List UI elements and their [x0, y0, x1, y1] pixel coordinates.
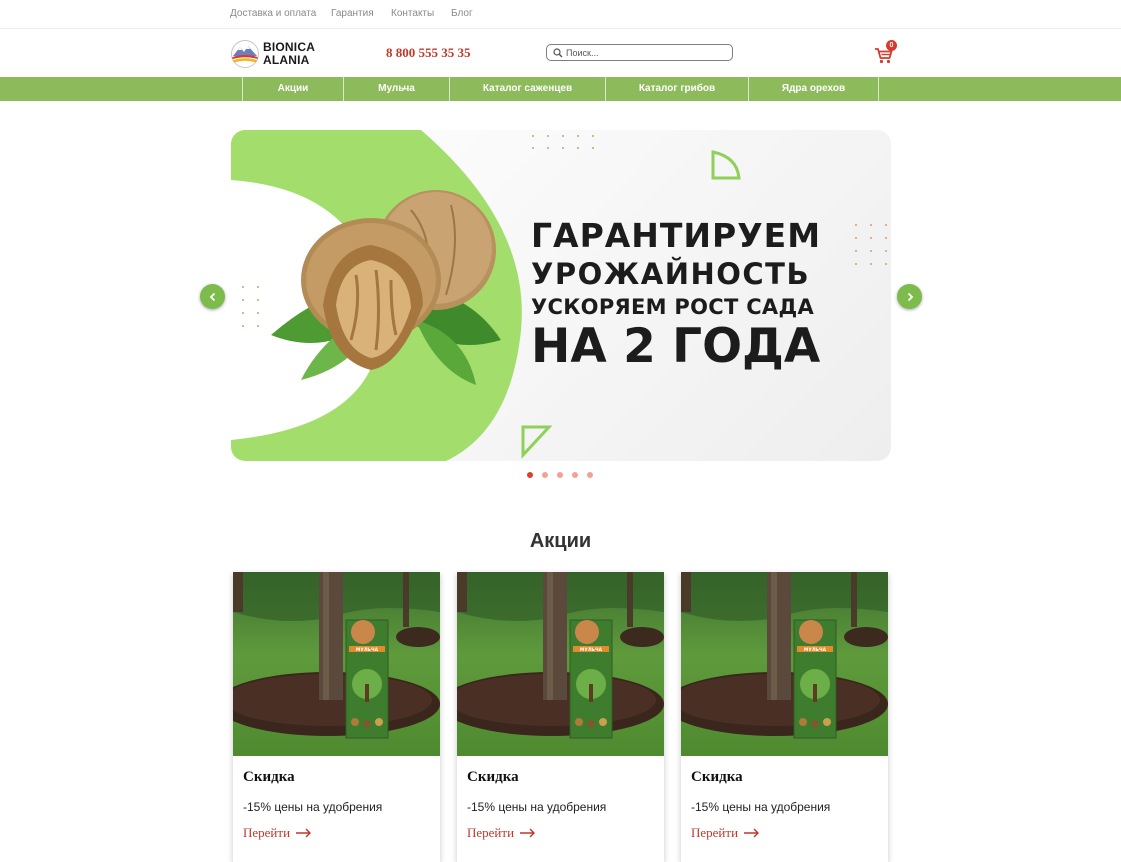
nav-item-seedlings[interactable]: Каталог саженцев — [449, 77, 605, 101]
slider-dot[interactable] — [557, 472, 563, 478]
nav-item-mushrooms[interactable]: Каталог грибов — [605, 77, 748, 101]
slider-dot[interactable] — [572, 472, 578, 478]
header: BIONICA ALANIA 8 800 555 35 35 0 — [0, 29, 1121, 77]
search-input[interactable] — [566, 45, 726, 60]
banner-prev-button[interactable] — [200, 284, 225, 309]
top-link-guarantee[interactable]: Гарантия — [331, 8, 374, 19]
promo-card-link-label: Перейти — [467, 825, 515, 840]
chevron-right-icon — [907, 292, 913, 301]
mulch-product-photo: МУЛЬЧА — [457, 572, 664, 756]
logo-line-2: ALANIA — [263, 53, 310, 67]
chevron-left-icon — [209, 292, 215, 301]
promo-card-title: Скидка — [243, 769, 295, 785]
mulch-product-photo: МУЛЬЧА — [681, 572, 888, 756]
slider-dots — [527, 472, 602, 480]
promo-card-description: -15% цены на удобрения — [691, 800, 831, 814]
nav-item-promotions[interactable]: Акции — [242, 77, 343, 101]
promo-card-image: МУЛЬЧА — [233, 572, 440, 756]
top-link-blog[interactable]: Блог — [451, 8, 473, 19]
logo-text: BIONICA ALANIA — [263, 41, 315, 67]
main-nav: Акции Мульча Каталог саженцев Каталог гр… — [0, 77, 1121, 101]
logo[interactable]: BIONICA ALANIA — [230, 39, 330, 69]
slider-dot[interactable] — [587, 472, 593, 478]
promo-card-image: МУЛЬЧА — [681, 572, 888, 756]
promo-card-link-label: Перейти — [243, 825, 291, 840]
banner-headline-3: УСКОРЯЕМ РОСТ САДА — [531, 295, 815, 319]
promo-card-description: -15% цены на удобрения — [243, 800, 383, 814]
promo-card[interactable]: МУЛЬЧА Скидка -15% цены на удобрения Пер… — [457, 572, 664, 862]
svg-text:МУЛЬЧА: МУЛЬЧА — [804, 647, 827, 653]
svg-text:МУЛЬЧА: МУЛЬЧА — [356, 647, 379, 653]
promo-card-image: МУЛЬЧА — [457, 572, 664, 756]
promo-card-link-label: Перейти — [691, 825, 739, 840]
arrow-right-icon — [520, 828, 536, 838]
banner-headline-1: ГАРАНТИРУЕМ — [531, 216, 822, 255]
search-icon — [553, 48, 563, 58]
promo-card-link[interactable]: Перейти — [691, 825, 760, 841]
arrow-right-icon — [296, 828, 312, 838]
hero-banner[interactable]: ГАРАНТИРУЕМ УРОЖАЙНОСТЬ УСКОРЯЕМ РОСТ СА… — [231, 130, 891, 461]
top-links-bar: Доставка и оплата Гарантия Контакты Блог — [0, 0, 1121, 29]
slider-dot[interactable] — [542, 472, 548, 478]
promo-card-description: -15% цены на удобрения — [467, 800, 607, 814]
banner-next-button[interactable] — [897, 284, 922, 309]
slider-dot[interactable] — [527, 472, 533, 478]
nav-item-mulch[interactable]: Мульча — [343, 77, 449, 101]
top-link-contacts[interactable]: Контакты — [391, 8, 434, 19]
cart-button[interactable]: 0 — [874, 40, 898, 65]
top-link-delivery[interactable]: Доставка и оплата — [230, 8, 316, 19]
promo-card-title: Скидка — [691, 769, 743, 785]
promo-card-link[interactable]: Перейти — [467, 825, 536, 841]
cart-count-badge: 0 — [886, 40, 897, 51]
promo-card[interactable]: МУЛЬЧА Скидка -15% цены на удобрения Пер… — [681, 572, 888, 862]
promo-card-title: Скидка — [467, 769, 519, 785]
banner-headline-2: УРОЖАЙНОСТЬ — [531, 257, 811, 291]
banner-headline-4: НА 2 ГОДА — [531, 319, 821, 374]
phone-number[interactable]: 8 800 555 35 35 — [386, 45, 471, 61]
nav-item-nut-kernels[interactable]: Ядра орехов — [748, 77, 878, 101]
arrow-right-icon — [744, 828, 760, 838]
promo-card-link[interactable]: Перейти — [243, 825, 312, 841]
mulch-product-photo: МУЛЬЧА — [233, 572, 440, 756]
nav-divider — [878, 77, 879, 101]
logo-mountain-icon — [231, 40, 259, 68]
svg-text:МУЛЬЧА: МУЛЬЧА — [580, 647, 603, 653]
promo-card[interactable]: МУЛЬЧА Скидка -15% цены на удобрения Пер… — [233, 572, 440, 862]
section-title: Акции — [529, 530, 592, 552]
search-box[interactable] — [546, 44, 733, 61]
